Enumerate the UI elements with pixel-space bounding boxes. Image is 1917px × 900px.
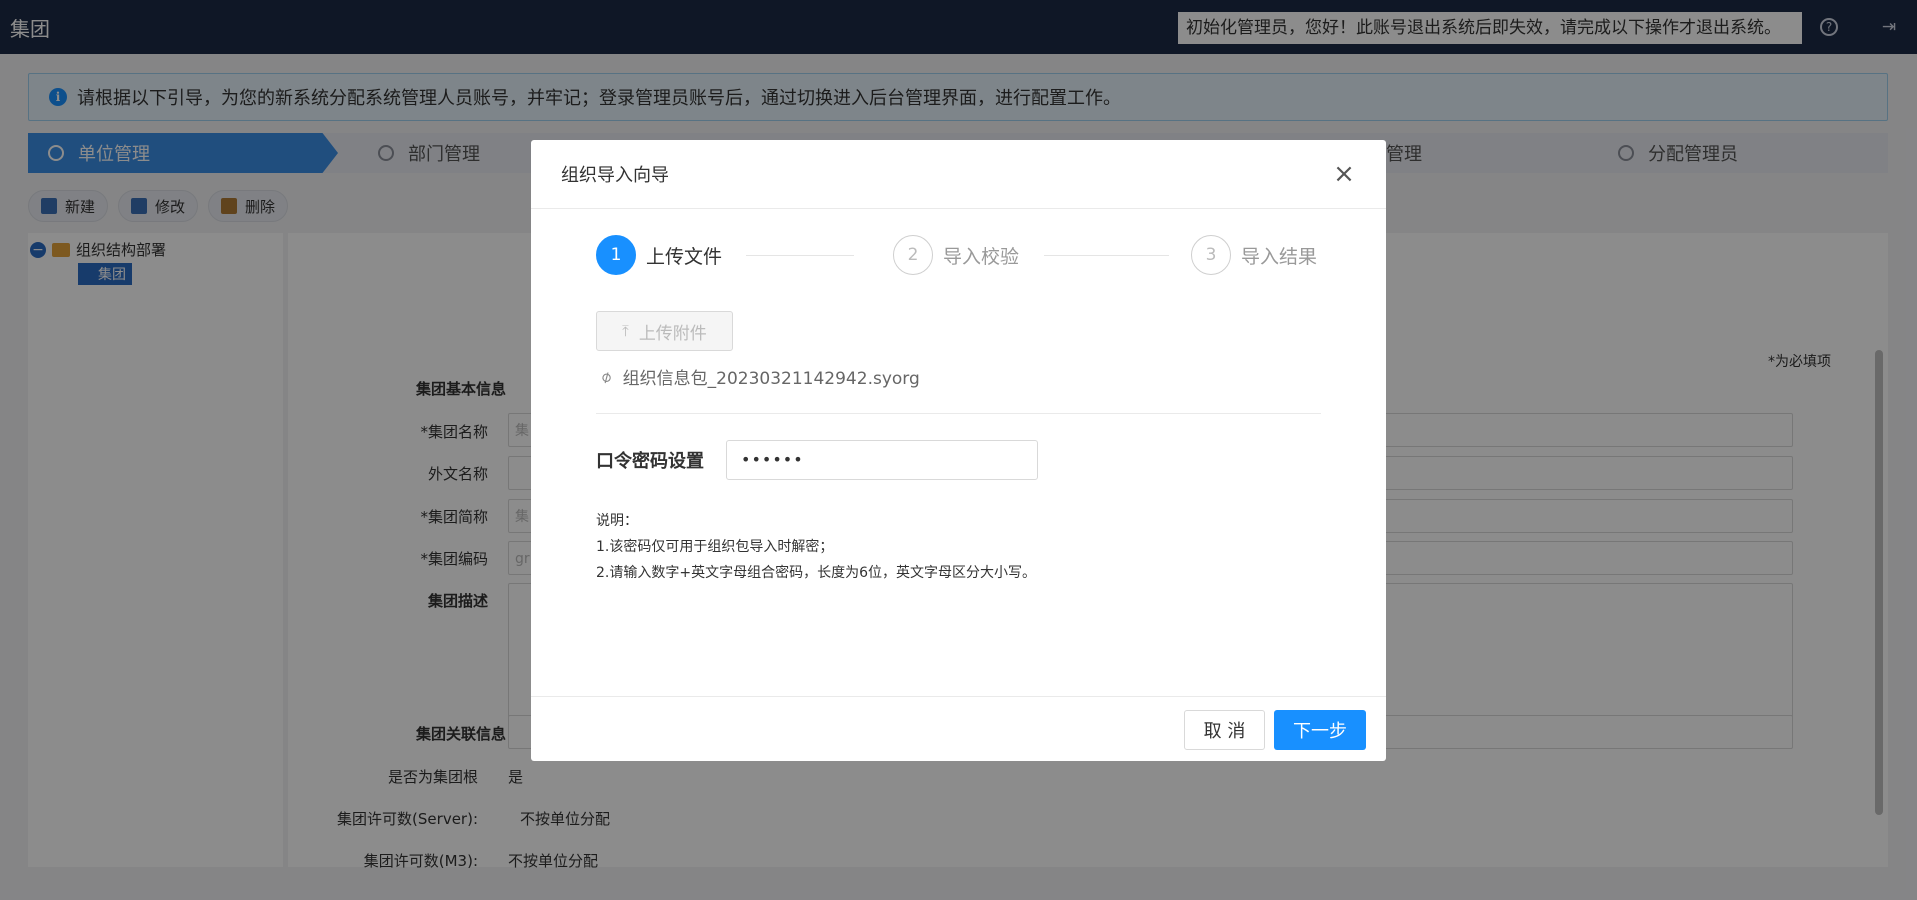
modal-header: 组织导入向导 × (531, 140, 1386, 209)
import-wizard-modal: 组织导入向导 × 1 上传文件 2 导入校验 3 导入结果 ⤒ 上传附件 ⌀ 组… (531, 140, 1386, 761)
uploaded-file[interactable]: ⌀ 组织信息包_20230321142942.syorg (597, 364, 920, 389)
modal-footer: 取 消 下一步 (531, 696, 1386, 761)
wizard-step-result: 3 导入结果 (1191, 235, 1317, 275)
wizard-steps: 1 上传文件 2 导入校验 3 导入结果 (596, 235, 1321, 275)
password-label: 口令密码设置 (596, 451, 704, 472)
divider (596, 413, 1321, 414)
password-input[interactable]: •••••• (726, 440, 1038, 480)
file-name: 组织信息包_20230321142942.syorg (622, 369, 920, 389)
wizard-step-validate: 2 导入校验 (893, 235, 1019, 275)
next-step-button[interactable]: 下一步 (1274, 710, 1366, 750)
step-connector (1044, 255, 1169, 256)
cancel-button[interactable]: 取 消 (1184, 710, 1265, 750)
upload-attachment-button[interactable]: ⤒ 上传附件 (596, 311, 733, 351)
wizard-step-upload: 1 上传文件 (596, 235, 722, 275)
upload-icon: ⤒ (622, 322, 629, 340)
modal-title: 组织导入向导 (561, 165, 669, 186)
paperclip-icon: ⌀ (596, 365, 615, 388)
step-connector (746, 255, 854, 256)
password-explanation: 说明： 1.该密码仅可用于组织包导入时解密； 2.请输入数字+英文字母组合密码，… (596, 513, 1036, 581)
close-icon[interactable]: × (1332, 161, 1356, 187)
